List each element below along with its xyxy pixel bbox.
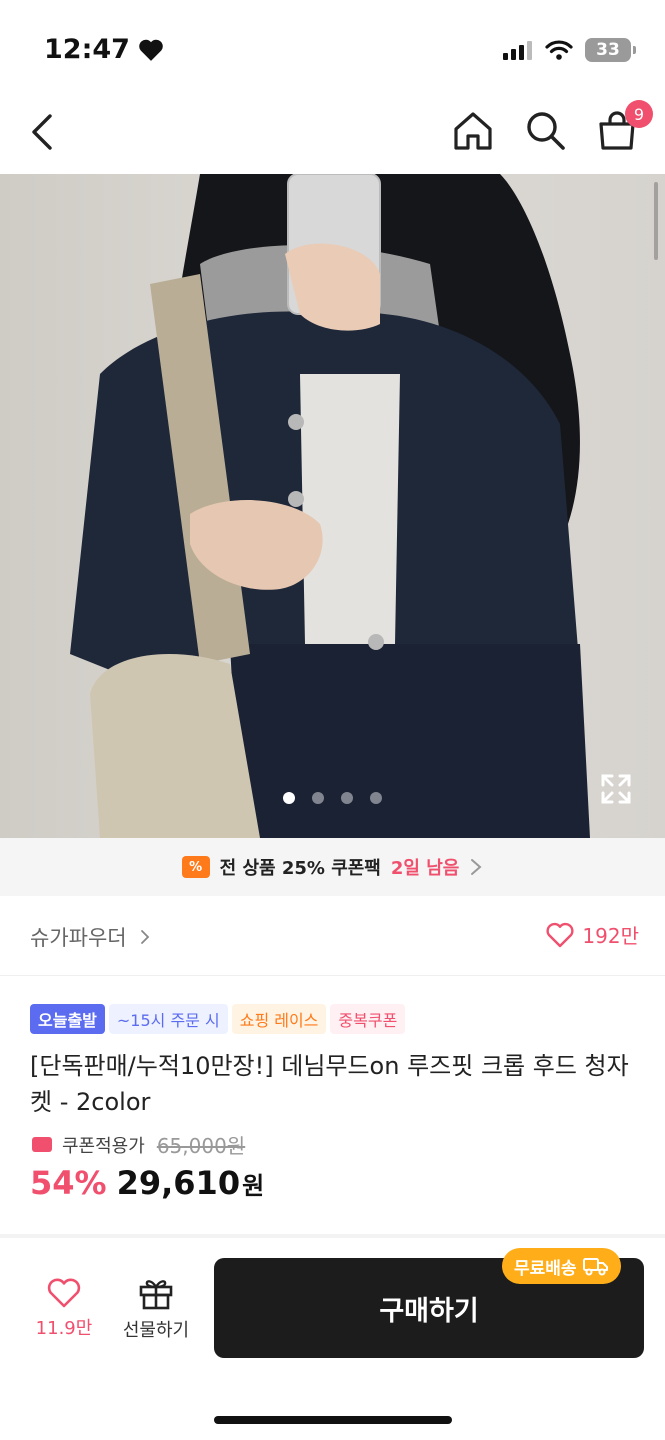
status-time: 12:47 (44, 34, 164, 65)
currency-unit: 원 (242, 1172, 265, 1200)
brand-link[interactable]: 슈가파우더 (30, 922, 151, 952)
heart-outline-icon (546, 922, 574, 947)
tag-shopping-race: 쇼핑 레이스 (231, 1004, 327, 1034)
tag-order-cutoff: ~15시 주문 시 (108, 1004, 228, 1034)
home-indicator (214, 1416, 452, 1424)
discount-rate: 54% (30, 1164, 107, 1202)
heart-status-icon (139, 39, 163, 61)
original-price: 65,000원 (156, 1134, 246, 1158)
clock: 12:47 (44, 34, 130, 65)
status-bar: 12:47 33 (0, 0, 665, 100)
tag-today-shipping: 오늘출발 (30, 1004, 105, 1034)
brand-row: 슈가파우더 192만 (0, 896, 665, 976)
wishlist-button[interactable]: 11.9만 (34, 1278, 94, 1340)
carousel-dot-4[interactable] (370, 792, 382, 804)
bottom-action-bar: 11.9만 선물하기 구매하기 무료배송 (0, 1238, 665, 1440)
product-tags: 오늘출발 ~15시 주문 시 쇼핑 레이스 중복쿠폰 (30, 1004, 406, 1034)
brand-name: 슈가파우더 (30, 926, 127, 950)
sale-price: 29,610 (116, 1164, 241, 1202)
cart-count-badge: 9 (625, 100, 653, 128)
carousel-dot-1[interactable] (283, 792, 295, 804)
chevron-right-icon (140, 930, 149, 944)
brand-like-button[interactable]: 192만 (546, 920, 639, 949)
product-info: 오늘출발 ~15시 주문 시 쇼핑 레이스 중복쿠폰 [단독판매/누적10만장!… (0, 976, 665, 1234)
status-indicators: 33 (503, 38, 636, 62)
carousel-dots (0, 792, 665, 804)
cart-button[interactable]: 9 (595, 100, 653, 152)
back-arrow-icon[interactable] (24, 110, 64, 154)
coupon-percent-icon: % (181, 856, 210, 878)
chevron-right-icon (471, 859, 482, 875)
free-shipping-badge: 무료배송 (502, 1248, 621, 1284)
wifi-icon (545, 40, 573, 60)
brand-like-count: 192만 (582, 924, 639, 948)
home-icon[interactable] (451, 108, 495, 152)
price-line: 54% 29,610 원 (30, 1164, 264, 1202)
product-title: [단독판매/누적10만장!] 데님무드on 루즈핏 크롭 후드 청자켓 - 2c… (30, 1052, 629, 1116)
cellular-signal-icon (503, 41, 532, 60)
coupon-price-line: 쿠폰적용가 65,000원 (32, 1130, 245, 1159)
carousel-dot-3[interactable] (341, 792, 353, 804)
tag-stackable-coupon: 중복쿠폰 (330, 1004, 406, 1034)
promo-text: 전 상품 25% 쿠폰팩 (219, 858, 381, 879)
wishlist-count: 11.9만 (35, 1318, 93, 1339)
battery-indicator: 33 (585, 38, 636, 62)
gift-box-icon (139, 1280, 173, 1310)
search-icon[interactable] (523, 108, 567, 152)
coupon-ticket-icon (32, 1137, 52, 1152)
product-image-carousel[interactable] (0, 174, 665, 838)
promo-days-left: 2일 남음 (390, 858, 460, 879)
gift-button[interactable]: 선물하기 (116, 1276, 196, 1342)
carousel-dot-2[interactable] (312, 792, 324, 804)
coupon-price-label: 쿠폰적용가 (62, 1135, 145, 1157)
gift-label: 선물하기 (122, 1320, 190, 1341)
product-photo (0, 174, 665, 838)
nav-bar: 9 (0, 100, 665, 174)
nav-actions: 9 (451, 100, 653, 152)
coupon-pack-banner[interactable]: % 전 상품 25% 쿠폰팩 2일 남음 (0, 838, 665, 896)
free-shipping-label: 무료배송 (514, 1258, 577, 1279)
image-scrollbar (654, 182, 658, 260)
expand-icon[interactable] (599, 772, 633, 806)
delivery-truck-icon (582, 1258, 608, 1276)
heart-outline-icon (47, 1278, 81, 1308)
